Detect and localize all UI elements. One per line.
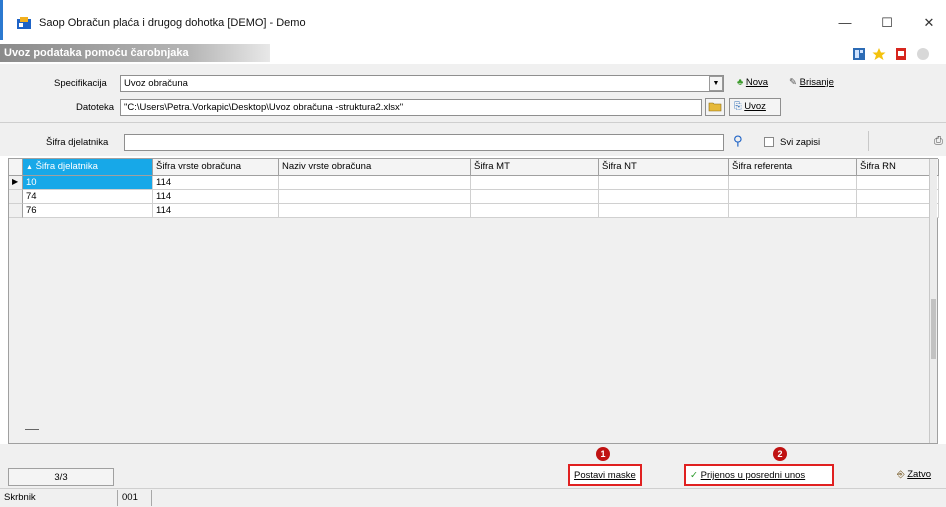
- cell-referent-code[interactable]: [729, 190, 857, 204]
- file-path-field[interactable]: "C:\Users\Petra.Vorkapic\Desktop\Uvoz ob…: [120, 99, 702, 116]
- cell-calc-type-code[interactable]: 114: [153, 190, 279, 204]
- form-caption: Uvoz podataka pomoću čarobnjaka: [0, 44, 270, 62]
- form-caption-bar: Uvoz podataka pomoću čarobnjaka: [0, 40, 946, 64]
- filter-bar: Šifra djelatnika ⚲ Svi zapisi ⎙: [0, 122, 946, 156]
- file-label: Datoteka: [76, 102, 115, 113]
- window-title: Saop Obračun plaća i drugog dohotka [DEM…: [39, 17, 306, 29]
- cell-referent-code[interactable]: [729, 204, 857, 218]
- all-records-label: Svi zapisi: [780, 137, 821, 148]
- spec-select[interactable]: Uvoz obračuna: [120, 75, 724, 92]
- column-header-mt-code[interactable]: Šifra MT: [471, 159, 599, 176]
- plant-icon: ♣: [737, 77, 744, 88]
- column-header-employee-code[interactable]: ▲ Šifra djelatnika: [23, 159, 153, 176]
- status-bar: Skrbnik 001: [0, 488, 946, 507]
- close-button[interactable]: ✕: [917, 13, 941, 33]
- new-spec-button[interactable]: ♣ Nova: [737, 77, 768, 88]
- record-counter: 3/3: [8, 468, 114, 486]
- cell-calc-type-code[interactable]: 114: [153, 176, 279, 190]
- checkmark-icon: ✓: [690, 470, 698, 481]
- cell-employee-code[interactable]: 76: [23, 204, 153, 218]
- step-badge-1: 1: [596, 447, 610, 461]
- step-badge-2: 2: [773, 447, 787, 461]
- column-header-calc-type-code[interactable]: Šifra vrste obračuna: [153, 159, 279, 176]
- table-row[interactable]: 74 114: [9, 190, 939, 204]
- folder-icon: [708, 102, 722, 112]
- app-logo-icon: [17, 17, 31, 29]
- row-indicator: [9, 204, 23, 218]
- grid-header: ▲ Šifra djelatnika Šifra vrste obračuna …: [9, 159, 939, 176]
- transfer-to-intermediate-entry-button[interactable]: ✓ Prijenos u posredni unos: [684, 464, 834, 486]
- table-row[interactable]: 76 114: [9, 204, 939, 218]
- grid-footer-line: [25, 429, 39, 430]
- column-header-rn-code[interactable]: Šifra RN: [857, 159, 939, 176]
- cell-rn-code[interactable]: [857, 204, 939, 218]
- title-bar: Saop Obračun plaća i drugog dohotka [DEM…: [0, 0, 946, 40]
- cell-employee-code[interactable]: 10: [23, 176, 153, 190]
- action-bar: 3/3 1 Postavi maske 2 ✓ Prijenos u posre…: [0, 444, 946, 488]
- exit-icon: ⎆: [897, 469, 905, 480]
- cell-mt-code[interactable]: [471, 204, 599, 218]
- import-settings-panel: Specifikacija Uvoz obračuna ▼ ♣ Nova ✎ B…: [0, 64, 946, 122]
- sort-ascending-icon: ▲: [26, 164, 33, 171]
- layout-icon[interactable]: [852, 47, 866, 61]
- help-icon[interactable]: [916, 47, 930, 61]
- cell-referent-code[interactable]: [729, 176, 857, 190]
- column-header-calc-type-name[interactable]: Naziv vrste obračuna: [279, 159, 471, 176]
- cell-nt-code[interactable]: [599, 190, 729, 204]
- import-button[interactable]: ⎘ Uvoz: [729, 98, 781, 116]
- cell-calc-type-name[interactable]: [279, 190, 471, 204]
- pdf-icon[interactable]: [894, 47, 908, 61]
- row-indicator-header: [9, 159, 23, 176]
- column-header-nt-code[interactable]: Šifra NT: [599, 159, 729, 176]
- all-records-checkbox[interactable]: [764, 137, 774, 147]
- employee-code-label: Šifra djelatnika: [46, 137, 109, 148]
- current-row-indicator: ▶: [9, 176, 23, 190]
- search-icon[interactable]: ⚲: [733, 133, 743, 149]
- close-form-button[interactable]: ⎆ Zatvo: [897, 469, 931, 480]
- cell-mt-code[interactable]: [471, 190, 599, 204]
- delete-spec-button[interactable]: ✎ Brisanje: [789, 77, 834, 88]
- cell-employee-code[interactable]: 74: [23, 190, 153, 204]
- status-code: 001: [118, 490, 152, 506]
- cell-mt-code[interactable]: [471, 176, 599, 190]
- favorite-star-icon[interactable]: [872, 47, 886, 61]
- cell-rn-code[interactable]: [857, 190, 939, 204]
- set-masks-button[interactable]: Postavi maske: [568, 464, 642, 486]
- toolbar-divider: [868, 131, 869, 151]
- cell-nt-code[interactable]: [599, 176, 729, 190]
- import-data-grid: ▲ Šifra djelatnika Šifra vrste obračuna …: [8, 158, 939, 444]
- export-icon[interactable]: ⎙: [934, 135, 943, 148]
- scrollbar-thumb[interactable]: [931, 299, 936, 359]
- status-user: Skrbnik: [0, 490, 118, 506]
- import-icon: ⎘: [734, 101, 742, 112]
- cell-nt-code[interactable]: [599, 204, 729, 218]
- employee-code-search-input[interactable]: [124, 134, 724, 151]
- table-row[interactable]: ▶ 10 114: [9, 176, 939, 190]
- delete-icon: ✎: [789, 77, 797, 88]
- column-header-referent-code[interactable]: Šifra referenta: [729, 159, 857, 176]
- spec-label: Specifikacija: [54, 78, 107, 89]
- cell-calc-type-name[interactable]: [279, 176, 471, 190]
- row-indicator: [9, 190, 23, 204]
- cell-calc-type-name[interactable]: [279, 204, 471, 218]
- chevron-down-icon[interactable]: ▼: [709, 76, 723, 91]
- cell-calc-type-code[interactable]: 114: [153, 204, 279, 218]
- minimize-button[interactable]: —: [833, 13, 857, 33]
- grid-vertical-scrollbar[interactable]: [929, 159, 937, 443]
- maximize-button[interactable]: ☐: [875, 13, 899, 33]
- cell-rn-code[interactable]: [857, 176, 939, 190]
- browse-folder-button[interactable]: [705, 98, 725, 116]
